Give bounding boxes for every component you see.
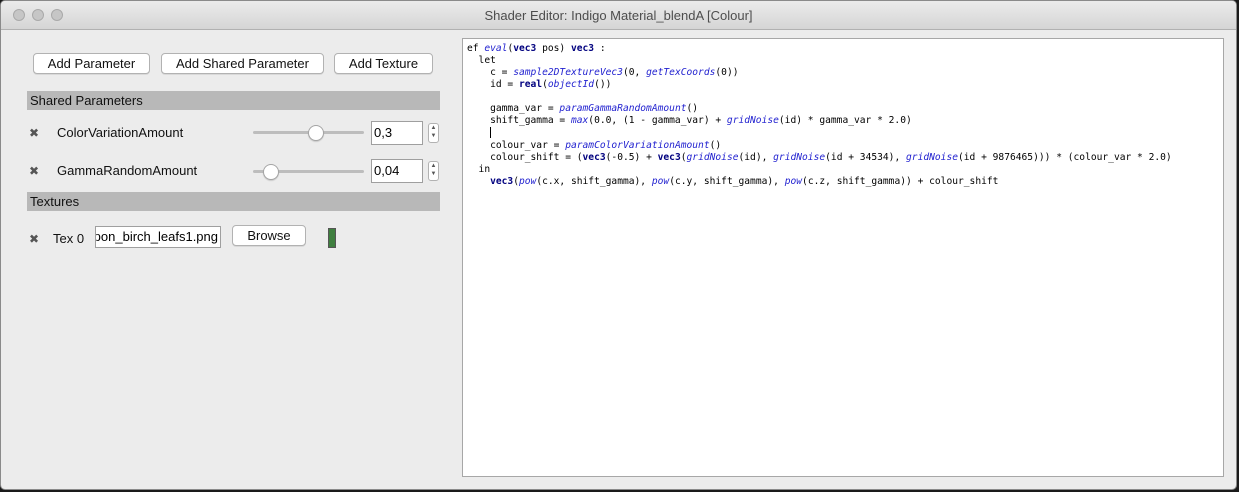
parameter-value-field[interactable]: 0,04 (371, 159, 423, 183)
shader-code[interactable]: ef eval(vec3 pos) vec3 : let c = sample2… (467, 43, 1172, 188)
code-line[interactable]: id = real(objectId()) (467, 79, 1172, 91)
code-line[interactable]: vec3(pow(c.x, shift_gamma), pow(c.y, shi… (467, 176, 1172, 188)
code-line[interactable] (467, 91, 1172, 103)
remove-parameter-icon[interactable]: ✖ (29, 164, 39, 178)
parameter-name: GammaRandomAmount (57, 163, 198, 178)
texture-label: Tex 0 (53, 231, 85, 246)
browse-button[interactable]: Browse (232, 225, 306, 246)
add-shared-parameter-button[interactable]: Add Shared Parameter (161, 53, 324, 74)
texture-preview-swatch (328, 228, 336, 248)
code-line[interactable]: colour_shift = (vec3(-0.5) + vec3(gridNo… (467, 152, 1172, 164)
add-parameter-button[interactable]: Add Parameter (33, 53, 150, 74)
code-line[interactable]: ef eval(vec3 pos) vec3 : (467, 43, 1172, 55)
parameter-name: ColorVariationAmount (57, 125, 184, 140)
window-title: Shader Editor: Indigo Material_blendA [C… (484, 8, 753, 23)
remove-texture-icon[interactable]: ✖ (29, 232, 39, 246)
code-line[interactable]: c = sample2DTextureVec3(0, getTexCoords(… (467, 67, 1172, 79)
shared-parameters-heading: Shared Parameters (27, 91, 440, 110)
textures-heading: Textures (27, 192, 440, 211)
code-line[interactable]: gamma_var = paramGammaRandomAmount() (467, 103, 1172, 115)
parameter-stepper[interactable]: ▲ ▼ (428, 161, 439, 181)
text-caret (490, 127, 492, 138)
shader-editor-window: Shader Editor: Indigo Material_blendA [C… (0, 0, 1237, 490)
code-line[interactable] (467, 127, 1172, 140)
code-line[interactable]: let (467, 55, 1172, 67)
parameter-value-field[interactable]: 0,3 (371, 121, 423, 145)
remove-parameter-icon[interactable]: ✖ (29, 126, 39, 140)
code-line[interactable]: colour_var = paramColorVariationAmount() (467, 140, 1172, 152)
texture-file-field[interactable]: pon_birch_leafs1.png (95, 226, 221, 248)
code-line[interactable]: in (467, 164, 1172, 176)
parameter-slider-thumb[interactable] (308, 125, 325, 141)
code-line[interactable]: shift_gamma = max(0.0, (1 - gamma_var) +… (467, 115, 1172, 127)
code-editor[interactable]: ef eval(vec3 pos) vec3 : let c = sample2… (462, 38, 1224, 477)
title-bar[interactable]: Shader Editor: Indigo Material_blendA [C… (1, 1, 1236, 30)
parameter-stepper[interactable]: ▲ ▼ (428, 123, 439, 143)
parameter-slider-thumb[interactable] (263, 164, 280, 180)
add-texture-button[interactable]: Add Texture (334, 53, 433, 74)
